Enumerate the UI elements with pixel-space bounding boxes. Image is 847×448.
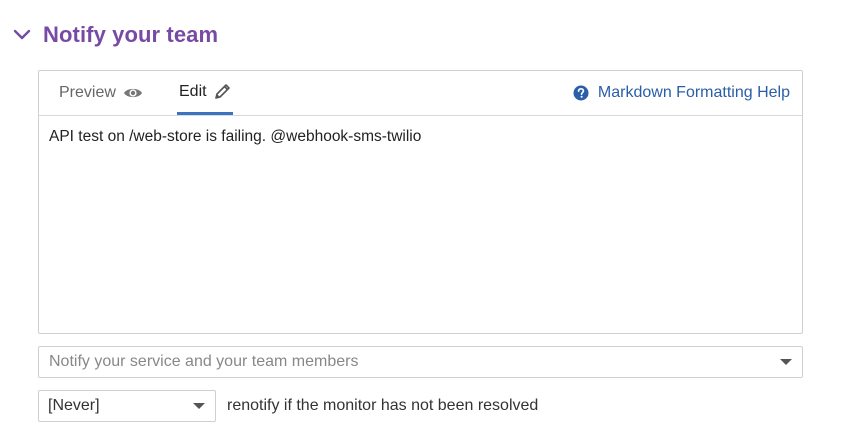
message-textarea[interactable]: API test on /web-store is failing. @webh… xyxy=(49,127,789,147)
notify-recipients-placeholder: Notify your service and your team member… xyxy=(49,353,359,370)
renotify-interval-select[interactable]: [Never] xyxy=(38,390,216,422)
caret-down-icon xyxy=(193,403,205,409)
caret-down-icon xyxy=(780,359,792,365)
notify-recipients-select[interactable]: Notify your service and your team member… xyxy=(38,346,803,378)
editor-tabs: Preview Edit Markdown Formatting Help xyxy=(39,71,802,116)
eye-icon xyxy=(123,86,143,100)
tab-edit[interactable]: Edit xyxy=(177,71,233,115)
tab-preview[interactable]: Preview xyxy=(59,71,143,115)
markdown-help-label: Markdown Formatting Help xyxy=(597,84,790,101)
tab-edit-label: Edit xyxy=(179,82,207,100)
question-circle-icon xyxy=(573,85,589,101)
chevron-down-icon[interactable] xyxy=(12,25,32,45)
section-header-toggle[interactable]: Notify your team xyxy=(12,18,218,52)
renotify-interval-value: [Never] xyxy=(48,397,100,414)
renotify-label: renotify if the monitor has not been res… xyxy=(227,397,539,414)
message-editor: Preview Edit Markdown Formatting Help AP… xyxy=(38,70,803,334)
section-title: Notify your team xyxy=(43,22,219,47)
pencil-icon xyxy=(214,83,231,100)
markdown-help-link[interactable]: Markdown Formatting Help xyxy=(573,71,790,115)
tab-preview-label: Preview xyxy=(59,84,116,101)
